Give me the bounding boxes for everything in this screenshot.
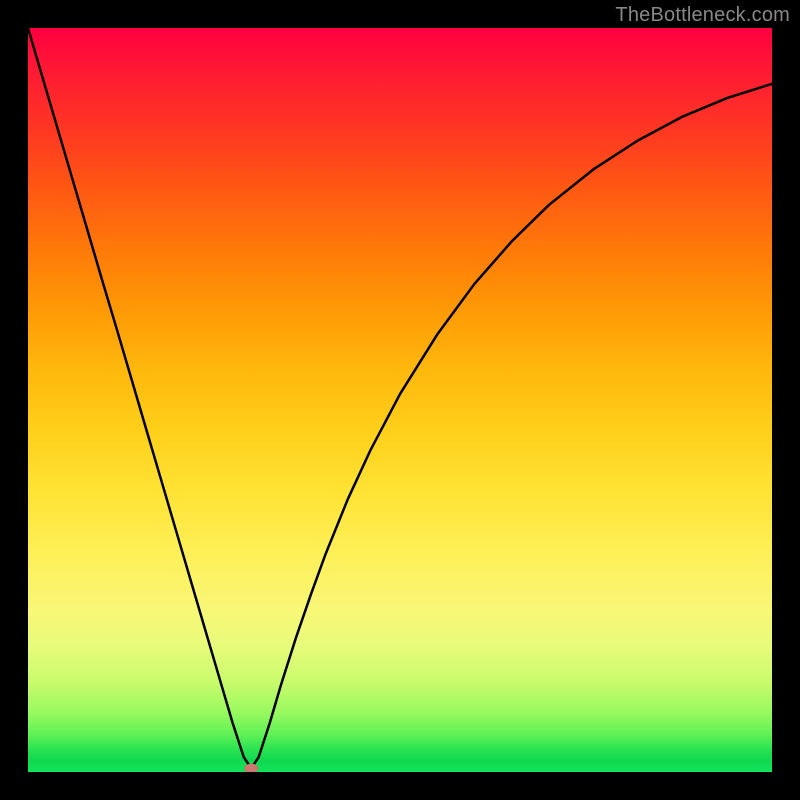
watermark-label: TheBottleneck.com bbox=[615, 4, 790, 27]
plot-area bbox=[28, 28, 772, 772]
bottleneck-curve bbox=[28, 28, 772, 768]
chart-frame: TheBottleneck.com bbox=[0, 0, 800, 800]
curve-layer bbox=[28, 28, 772, 772]
minimum-marker bbox=[244, 764, 258, 772]
